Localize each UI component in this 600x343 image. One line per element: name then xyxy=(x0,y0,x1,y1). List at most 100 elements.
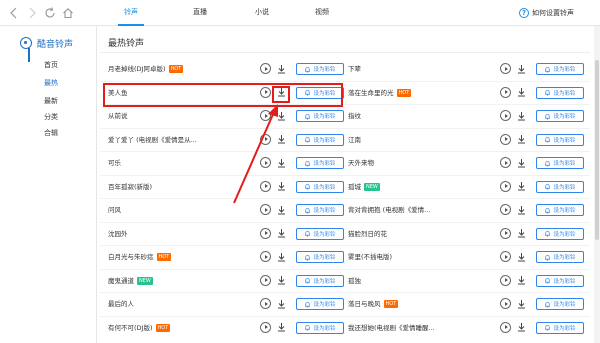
play-icon[interactable] xyxy=(500,157,511,168)
home-icon[interactable] xyxy=(60,5,76,21)
download-icon[interactable] xyxy=(516,228,527,239)
play-icon[interactable] xyxy=(260,251,271,262)
set-ringback-button[interactable]: 设为彩铃 xyxy=(296,274,344,287)
download-icon[interactable] xyxy=(516,204,527,215)
set-ringback-button[interactable]: 设为彩铃 xyxy=(536,133,584,146)
download-icon[interactable] xyxy=(516,134,527,145)
scrollbar-thumb[interactable] xyxy=(595,60,599,240)
list-item[interactable]: 魔鬼通道 NEW 设为彩铃 xyxy=(100,270,344,292)
download-icon[interactable] xyxy=(276,134,287,145)
play-icon[interactable] xyxy=(500,251,511,262)
set-ringback-button[interactable]: 设为彩铃 xyxy=(296,133,344,146)
set-ringback-button[interactable]: 设为彩铃 xyxy=(296,63,344,75)
list-item[interactable]: 爱丫爱丫 (电视剧《爱情是从... 设为彩铃 xyxy=(100,129,344,151)
download-icon[interactable] xyxy=(276,228,287,239)
play-icon[interactable] xyxy=(260,63,271,74)
list-item[interactable]: 百年孤寂(新版) 设为彩铃 xyxy=(100,176,344,198)
set-ringback-button[interactable]: 设为彩铃 xyxy=(296,110,344,122)
play-icon[interactable] xyxy=(260,110,271,121)
set-ringback-button[interactable]: 设为彩铃 xyxy=(536,63,584,75)
play-icon[interactable] xyxy=(260,298,271,309)
play-icon[interactable] xyxy=(500,133,511,145)
list-item[interactable]: 孤独 设为彩铃 xyxy=(340,270,590,292)
play-icon[interactable] xyxy=(260,133,271,145)
list-item[interactable]: 沈园外 设为彩铃 xyxy=(100,223,344,245)
tab-live[interactable]: 直播 xyxy=(188,0,212,26)
list-item[interactable]: 我还想她(电视剧《爱情睡醒... 设为彩铃 xyxy=(340,317,590,339)
list-item[interactable]: 下辈 设为彩铃 xyxy=(340,58,590,80)
sidebar-item-collections[interactable]: 合辑 xyxy=(44,128,58,138)
set-ringback-button[interactable]: 设为彩铃 xyxy=(536,204,584,216)
list-item[interactable]: 猫脸烈日的花 设为彩铃 xyxy=(340,223,590,245)
list-item[interactable]: 从前说 设为彩铃 xyxy=(100,105,344,127)
tab-videos[interactable]: 视频 xyxy=(310,0,334,26)
play-icon[interactable] xyxy=(500,298,511,309)
set-ringback-button[interactable]: 设为彩铃 xyxy=(536,86,584,99)
tab-novels[interactable]: 小说 xyxy=(250,0,274,26)
list-item[interactable]: 雾里(不插电版) 设为彩铃 xyxy=(340,246,590,268)
set-ringback-button[interactable]: 设为彩铃 xyxy=(296,321,344,334)
download-icon[interactable] xyxy=(516,87,527,98)
sidebar-item-categories[interactable]: 分类 xyxy=(44,112,58,122)
download-icon[interactable] xyxy=(276,63,287,74)
tab-ringtones[interactable]: 铃声 xyxy=(118,0,144,26)
play-icon[interactable] xyxy=(500,321,511,333)
set-ringback-button[interactable]: 设为彩铃 xyxy=(296,298,344,310)
set-ringback-button[interactable]: 设为彩铃 xyxy=(536,251,584,263)
play-icon[interactable] xyxy=(260,321,271,333)
download-icon[interactable] xyxy=(516,63,527,74)
play-icon[interactable] xyxy=(500,63,511,74)
sidebar-item-newest[interactable]: 最新 xyxy=(44,96,58,106)
set-ringback-button[interactable]: 设为彩铃 xyxy=(296,180,344,193)
list-item[interactable]: 白月光与朱砂痣 HOT 设为彩铃 xyxy=(100,246,344,268)
back-icon[interactable] xyxy=(6,5,22,21)
download-icon[interactable] xyxy=(516,181,527,192)
download-icon[interactable] xyxy=(516,157,527,168)
list-item[interactable]: 问风 设为彩铃 xyxy=(100,199,344,221)
download-icon[interactable] xyxy=(276,181,287,192)
list-item[interactable]: 有何不可(DJ版) HOT 设为彩铃 xyxy=(100,317,344,339)
list-item[interactable]: 落在生命里的光 HOT 设为彩铃 xyxy=(340,82,590,104)
set-ringback-button[interactable]: 设为彩铃 xyxy=(296,157,344,169)
set-ringback-button[interactable]: 设为彩铃 xyxy=(536,157,584,169)
play-icon[interactable] xyxy=(260,204,271,215)
list-item[interactable]: 落日与晚风 HOT 设为彩铃 xyxy=(340,293,590,315)
play-icon[interactable] xyxy=(500,274,511,286)
list-item[interactable]: 天外来物 设为彩铃 xyxy=(340,152,590,174)
play-icon[interactable] xyxy=(260,157,271,168)
sidebar-item-hottest[interactable]: 最热 xyxy=(44,78,58,88)
set-ringback-button[interactable]: 设为彩铃 xyxy=(536,180,584,193)
download-icon[interactable] xyxy=(276,251,287,262)
download-icon[interactable] xyxy=(276,110,287,121)
list-item[interactable]: 可乐 设为彩铃 xyxy=(100,152,344,174)
list-item[interactable]: 背对背拥抱 (电视剧《爱情... 设为彩铃 xyxy=(340,199,590,221)
list-item[interactable]: 最后的人 设为彩铃 xyxy=(100,293,344,315)
set-ringback-button[interactable]: 设为彩铃 xyxy=(536,274,584,287)
list-item[interactable]: 江南 设为彩铃 xyxy=(340,129,590,151)
refresh-icon[interactable] xyxy=(42,5,58,21)
forward-icon[interactable] xyxy=(24,5,40,21)
list-item[interactable]: 孤城 NEW 设为彩铃 xyxy=(340,176,590,198)
play-icon[interactable] xyxy=(260,180,271,192)
list-item[interactable]: 指纹 设为彩铃 xyxy=(340,105,590,127)
set-ringback-button[interactable]: 设为彩铃 xyxy=(296,251,344,263)
scrollbar[interactable] xyxy=(594,26,600,343)
download-icon[interactable] xyxy=(516,322,527,333)
set-ringback-button[interactable]: 设为彩铃 xyxy=(536,227,584,240)
play-icon[interactable] xyxy=(500,110,511,121)
set-ringback-button[interactable]: 设为彩铃 xyxy=(536,110,584,122)
download-icon[interactable] xyxy=(276,204,287,215)
download-icon[interactable] xyxy=(276,157,287,168)
list-item[interactable]: 月老掉线(DJ阿卓版) HOT 设为彩铃 xyxy=(100,58,344,80)
play-icon[interactable] xyxy=(500,227,511,239)
set-ringback-button[interactable]: 设为彩铃 xyxy=(296,204,344,216)
download-icon[interactable] xyxy=(276,275,287,286)
download-icon[interactable] xyxy=(516,275,527,286)
play-icon[interactable] xyxy=(260,274,271,286)
play-icon[interactable] xyxy=(500,86,511,98)
help-link[interactable]: ? 如何设置铃声 xyxy=(519,6,574,20)
download-icon[interactable] xyxy=(276,298,287,309)
download-icon[interactable] xyxy=(276,322,287,333)
play-icon[interactable] xyxy=(500,204,511,215)
download-icon[interactable] xyxy=(516,251,527,262)
